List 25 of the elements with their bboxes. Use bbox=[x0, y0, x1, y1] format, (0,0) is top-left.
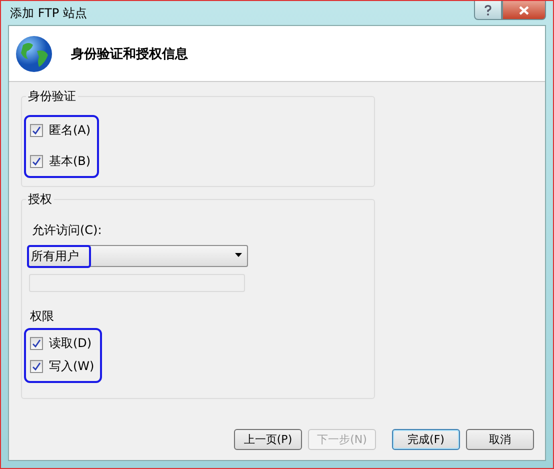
dialog-button[interactable]: 取消 bbox=[466, 428, 534, 450]
page-heading: 身份验证和授权信息 bbox=[71, 46, 188, 62]
checkbox[interactable] bbox=[30, 155, 43, 168]
caret-icon bbox=[235, 253, 242, 257]
section-label: 权限 bbox=[30, 308, 55, 325]
checkbox-label[interactable]: 读取(D) bbox=[49, 335, 92, 352]
annotation-outline: 所有用户 bbox=[27, 244, 91, 268]
dialog-button[interactable]: 上一页(P) bbox=[234, 428, 302, 450]
checkbox-label[interactable]: 匿名(A) bbox=[49, 122, 91, 139]
close-icon bbox=[519, 6, 529, 14]
help-icon bbox=[484, 4, 492, 16]
group-title: 身份验证 bbox=[26, 88, 78, 105]
field-label: 允许访问(C): bbox=[32, 222, 103, 239]
group-title: 授权 bbox=[26, 191, 54, 208]
window-title: 添加 FTP 站点 bbox=[9, 4, 87, 22]
dialog-button[interactable]: 完成(F) bbox=[392, 428, 460, 450]
checkbox[interactable] bbox=[30, 337, 43, 350]
close-button[interactable] bbox=[502, 1, 546, 20]
checkbox-label[interactable]: 基本(B) bbox=[49, 153, 91, 170]
globe-icon bbox=[15, 34, 53, 72]
access-dropdown[interactable]: 所有用户 bbox=[28, 245, 248, 267]
checkbox-label[interactable]: 写入(W) bbox=[49, 358, 94, 375]
help-button[interactable] bbox=[474, 1, 502, 20]
checkbox[interactable] bbox=[30, 360, 43, 373]
checkbox[interactable] bbox=[30, 124, 43, 137]
